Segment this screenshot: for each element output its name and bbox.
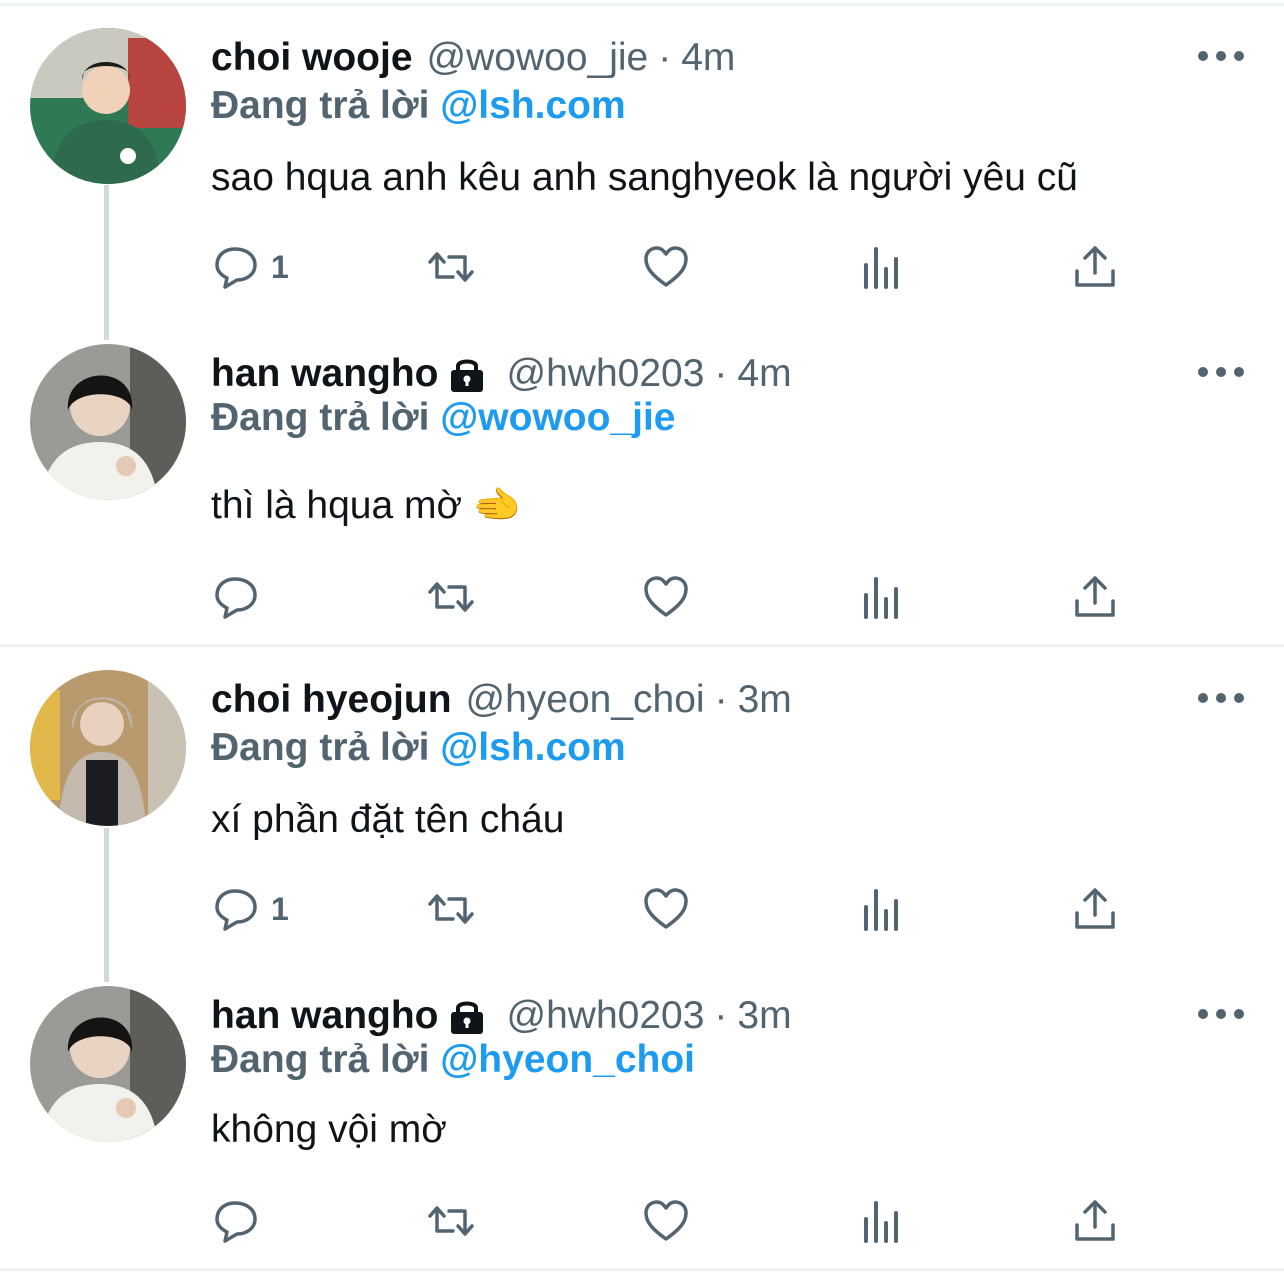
tweet-han-wangho[interactable]: han wangho @hwh0203 · 3m Đang trả lời @h… — [0, 958, 1284, 1278]
share-button[interactable] — [1071, 242, 1119, 292]
tweet-header: choi hyeojun @hyeon_choi · 3m — [211, 676, 792, 724]
like-button[interactable] — [642, 1196, 690, 1246]
views-icon — [864, 1201, 898, 1243]
retweet-icon — [428, 582, 474, 612]
like-button[interactable] — [642, 884, 690, 934]
tweet-han-wangho[interactable]: han wangho @hwh0203 · 4m Đang trả lời @w… — [0, 316, 1284, 636]
share-button[interactable] — [1071, 884, 1119, 934]
avatar[interactable] — [30, 986, 186, 1142]
replying-to: Đang trả lời @lsh.com — [211, 84, 626, 128]
reply-icon — [215, 577, 257, 619]
views-icon — [864, 247, 898, 289]
avatar[interactable] — [30, 28, 186, 184]
views-button[interactable] — [858, 572, 906, 622]
retweet-button[interactable] — [427, 572, 475, 622]
like-icon — [644, 246, 688, 287]
separator-dot: · — [714, 352, 728, 395]
replying-prefix: Đang trả lời — [211, 84, 430, 127]
retweet-button[interactable] — [427, 1196, 475, 1246]
reply-button[interactable] — [213, 1196, 271, 1246]
views-button[interactable] — [858, 1196, 906, 1246]
tweet-choi-hyeojun[interactable]: choi hyeojun @hyeon_choi · 3m Đang trả l… — [0, 642, 1284, 962]
reply-button[interactable] — [213, 572, 271, 622]
display-name[interactable]: han wangho — [211, 352, 439, 396]
tweet-choi-wooje[interactable]: choi wooje @wowoo_jie · 4m Đang trả lời … — [0, 0, 1284, 320]
separator-dot: · — [714, 994, 728, 1037]
share-button[interactable] — [1071, 572, 1119, 622]
replying-prefix: Đang trả lời — [211, 1038, 430, 1081]
views-button[interactable] — [858, 884, 906, 934]
reply-count: 1 — [271, 248, 289, 285]
reply-mention[interactable]: @wowoo_jie — [440, 396, 675, 439]
replying-prefix: Đang trả lời — [211, 396, 430, 439]
tweet-header: han wangho @hwh0203 · 4m — [211, 350, 792, 398]
reply-button[interactable]: 1 — [213, 884, 289, 934]
user-handle[interactable]: @hyeon_choi — [466, 678, 705, 722]
reply-mention[interactable]: @lsh.com — [440, 84, 625, 127]
replying-to: Đang trả lời @wowoo_jie — [211, 396, 676, 440]
user-handle[interactable]: @wowoo_jie — [427, 36, 649, 80]
more-icon[interactable] — [1198, 1004, 1244, 1024]
views-button[interactable] — [858, 242, 906, 292]
replying-to: Đang trả lời @hyeon_choi — [211, 1038, 695, 1082]
tweet-text: không vội mờ — [211, 1108, 447, 1151]
display-name[interactable]: choi hyeojun — [211, 678, 452, 722]
lock-icon — [448, 1001, 485, 1036]
display-name[interactable]: choi wooje — [211, 36, 413, 80]
reply-count: 1 — [271, 890, 289, 927]
timestamp[interactable]: 4m — [681, 36, 735, 80]
reply-mention[interactable]: @lsh.com — [440, 726, 625, 769]
retweet-icon — [428, 1206, 474, 1236]
share-icon — [1075, 1200, 1115, 1241]
user-handle[interactable]: @hwh0203 — [507, 994, 705, 1038]
like-button[interactable] — [642, 572, 690, 622]
like-button[interactable] — [642, 242, 690, 292]
views-icon — [864, 889, 898, 931]
share-icon — [1075, 246, 1115, 287]
display-name[interactable]: han wangho — [211, 994, 439, 1038]
retweet-icon — [428, 894, 474, 924]
retweet-button[interactable] — [427, 884, 475, 934]
tweet-actions: 1 — [0, 242, 1284, 302]
timestamp[interactable]: 4m — [737, 352, 791, 396]
tweet-header: han wangho @hwh0203 · 3m — [211, 992, 792, 1040]
lock-icon — [448, 359, 485, 394]
share-icon — [1075, 888, 1115, 929]
replying-prefix: Đang trả lời — [211, 726, 430, 769]
share-icon — [1075, 576, 1115, 617]
separator-dot: · — [714, 678, 728, 721]
tweet-text: xí phần đặt tên cháu — [211, 798, 565, 841]
reply-icon — [215, 1201, 257, 1243]
like-icon — [644, 576, 688, 617]
retweet-icon — [428, 252, 474, 282]
reply-icon — [215, 247, 257, 289]
replying-to: Đang trả lời @lsh.com — [211, 726, 626, 770]
tweet-actions — [0, 572, 1284, 632]
avatar[interactable] — [30, 344, 186, 500]
share-button[interactable] — [1071, 1196, 1119, 1246]
views-icon — [864, 577, 898, 619]
user-handle[interactable]: @hwh0203 — [507, 352, 705, 396]
like-icon — [644, 888, 688, 929]
timestamp[interactable]: 3m — [737, 994, 791, 1038]
tweet-actions: 1 — [0, 884, 1284, 944]
reply-button[interactable]: 1 — [213, 242, 289, 292]
reply-icon — [215, 889, 257, 931]
retweet-button[interactable] — [427, 242, 475, 292]
avatar[interactable] — [30, 670, 186, 826]
timestamp[interactable]: 3m — [738, 678, 792, 722]
more-icon[interactable] — [1198, 362, 1244, 382]
like-icon — [644, 1200, 688, 1241]
more-icon[interactable] — [1198, 688, 1244, 708]
more-icon[interactable] — [1198, 46, 1244, 66]
tweet-text: sao hqua anh kêu anh sanghyeok là người … — [211, 156, 1078, 199]
tweet-actions — [0, 1196, 1284, 1256]
separator-dot: · — [658, 36, 672, 79]
tweet-text: thì là hqua mờ 🫲 — [211, 484, 522, 527]
reply-mention[interactable]: @hyeon_choi — [440, 1038, 695, 1081]
tweet-header: choi wooje @wowoo_jie · 4m — [211, 34, 735, 82]
